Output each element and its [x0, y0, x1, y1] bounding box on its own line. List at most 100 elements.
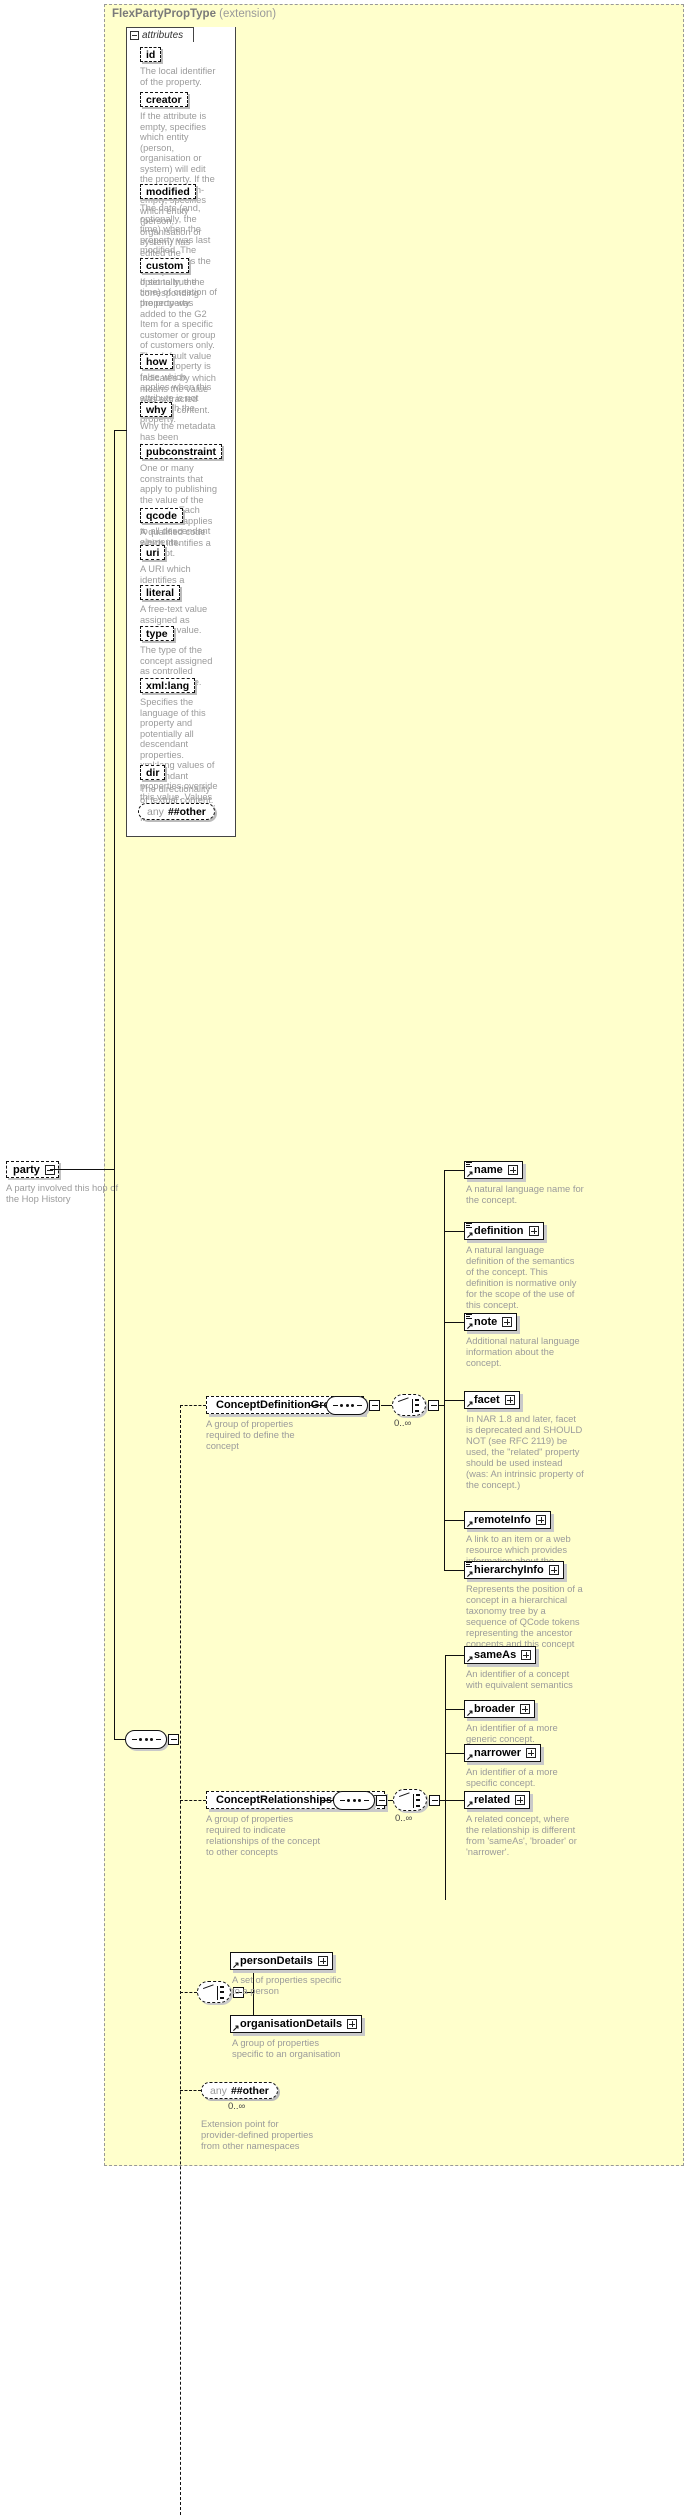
attribute-pubconstraint[interactable]: pubconstraint: [140, 444, 222, 459]
sequence-compositor-cdg[interactable]: [326, 1396, 368, 1415]
arrow-icon: ↗: [466, 1230, 474, 1240]
cardinality-crg: 0..∞: [395, 1813, 413, 1824]
connector-to-root-sequence: [114, 1739, 126, 1740]
element-hierarchyinfo-desc: Represents the position of a concept in …: [466, 1583, 583, 1649]
sequence-compositor-crg[interactable]: [333, 1791, 375, 1810]
attributes-indicator-icon: [466, 1162, 472, 1168]
any-label: any: [147, 805, 164, 818]
plus-icon[interactable]: [502, 1317, 513, 1327]
element-label: definition: [474, 1225, 524, 1237]
connector-party-vertical: [114, 430, 115, 1170]
connector-branch-conceptdefinition: [180, 1405, 206, 1406]
minus-icon[interactable]: [130, 30, 139, 40]
element-broader[interactable]: ↗ broader: [464, 1700, 535, 1718]
plus-icon[interactable]: [507, 1165, 518, 1175]
choice-collapse-toggle-cdg[interactable]: [428, 1400, 439, 1411]
attributes-tab-label: attributes: [142, 29, 184, 41]
attributes-any-other[interactable]: any ##other: [138, 803, 215, 820]
connector-party-out: [50, 1169, 114, 1170]
attribute-qcode[interactable]: qcode: [140, 508, 183, 523]
attribute-label: uri: [146, 546, 160, 559]
connector-child-sameas: [445, 1655, 464, 1656]
attributes-tab[interactable]: attributes: [126, 27, 194, 42]
plus-icon[interactable]: [317, 1956, 328, 1966]
element-label: broader: [474, 1703, 515, 1715]
element-label: name: [474, 1164, 503, 1176]
attributes-indicator-icon: [466, 1562, 472, 1568]
attribute-label: pubconstraint: [146, 445, 216, 458]
element-sameas[interactable]: ↗ sameAs: [464, 1646, 537, 1664]
plus-icon[interactable]: [515, 1795, 526, 1805]
arrow-icon: ↗: [232, 1960, 240, 1970]
connector-child-definition: [444, 1231, 464, 1232]
attribute-type[interactable]: type: [140, 626, 174, 641]
attribute-label: why: [146, 403, 167, 416]
element-label: hierarchyInfo: [474, 1564, 544, 1576]
arrow-icon: ↗: [232, 2023, 240, 2033]
attribute-uri[interactable]: uri: [140, 545, 166, 560]
element-sameas-desc: An identifier of a concept with equivale…: [466, 1668, 573, 1690]
element-label: remoteInfo: [474, 1514, 531, 1526]
sequence-collapse-toggle-cdg[interactable]: [369, 1400, 380, 1411]
element-definition[interactable]: ↗ definition: [464, 1222, 544, 1240]
attribute-literal[interactable]: literal: [140, 585, 181, 600]
element-facet-desc: In NAR 1.8 and later, facet is deprecate…: [466, 1413, 584, 1490]
attribute-dir[interactable]: dir: [140, 765, 166, 780]
any-namespace-label: ##other: [167, 805, 206, 818]
element-facet[interactable]: ↗ facet: [464, 1391, 520, 1409]
attribute-why[interactable]: why: [140, 402, 173, 417]
attribute-custom[interactable]: custom: [140, 258, 190, 273]
plus-icon[interactable]: [535, 1515, 546, 1525]
element-persondetails[interactable]: ↗ personDetails: [230, 1952, 333, 1970]
sequence-collapse-toggle-root[interactable]: [168, 1734, 179, 1745]
element-label: facet: [474, 1394, 500, 1406]
element-narrower[interactable]: ↗ narrower: [464, 1744, 542, 1762]
attribute-creator[interactable]: creator: [140, 92, 188, 107]
element-label: note: [474, 1316, 498, 1328]
element-remoteinfo[interactable]: ↗ remoteInfo: [464, 1511, 551, 1529]
element-name[interactable]: ↗ name: [464, 1161, 523, 1179]
element-organisationdetails[interactable]: ↗ organisationDetails: [230, 2015, 363, 2033]
element-broader-desc: An identifier of a more generic concept.: [466, 1722, 558, 1744]
plus-icon[interactable]: [526, 1748, 537, 1758]
arrow-icon: ↗: [466, 1654, 474, 1664]
connector-party-down: [114, 1170, 115, 1740]
connector-child-hierarchyinfo: [444, 1570, 464, 1571]
sequence-collapse-toggle-crg[interactable]: [376, 1795, 387, 1806]
plus-icon[interactable]: [504, 1395, 515, 1405]
choice-compositor-crg[interactable]: [393, 1789, 427, 1811]
element-hierarchyinfo[interactable]: ↗ hierarchyInfo: [464, 1561, 564, 1579]
plus-icon[interactable]: [347, 2019, 358, 2029]
element-label: organisationDetails: [240, 2018, 343, 2030]
connector-branch-conceptrelationships: [180, 1800, 206, 1801]
element-definition-desc: A natural language definition of the sem…: [466, 1244, 577, 1310]
attribute-xmllang[interactable]: xml:lang: [140, 678, 196, 693]
party-description: A party involved this hop of the Hop His…: [6, 1182, 119, 1204]
choice-compositor-cdg[interactable]: [392, 1394, 426, 1416]
connector-crg-children-spine: [445, 1655, 446, 1900]
element-label: narrower: [474, 1747, 522, 1759]
attributes-indicator-icon: [466, 1223, 472, 1229]
plus-icon[interactable]: [548, 1565, 559, 1575]
plus-icon[interactable]: [519, 1704, 530, 1714]
group-concept-definition-desc: A group of properties required to define…: [206, 1418, 295, 1451]
any-label: any: [210, 2084, 227, 2097]
choice-collapse-toggle-crg[interactable]: [429, 1795, 440, 1806]
connector-cdg-children-spine: [444, 1170, 445, 1570]
element-any-other[interactable]: any ##other: [201, 2082, 278, 2099]
choice-compositor-details[interactable]: [197, 1981, 231, 2003]
plus-icon[interactable]: [521, 1650, 532, 1660]
connector-child-facet: [444, 1400, 464, 1401]
attribute-how[interactable]: how: [140, 354, 173, 369]
arrow-icon: ↗: [466, 1321, 474, 1331]
attribute-label: type: [146, 627, 168, 640]
sequence-compositor-root[interactable]: [125, 1730, 167, 1749]
attribute-id[interactable]: id: [140, 47, 162, 62]
element-related[interactable]: ↗ related: [464, 1791, 531, 1809]
element-note[interactable]: ↗ note: [464, 1313, 518, 1331]
attribute-label: id: [146, 48, 156, 61]
plus-icon[interactable]: [528, 1226, 539, 1236]
connector-spine-dashed: [180, 1405, 181, 2515]
attribute-modified[interactable]: modified: [140, 184, 196, 199]
attribute-dir-desc: The directionality of textual content.: [140, 784, 214, 805]
